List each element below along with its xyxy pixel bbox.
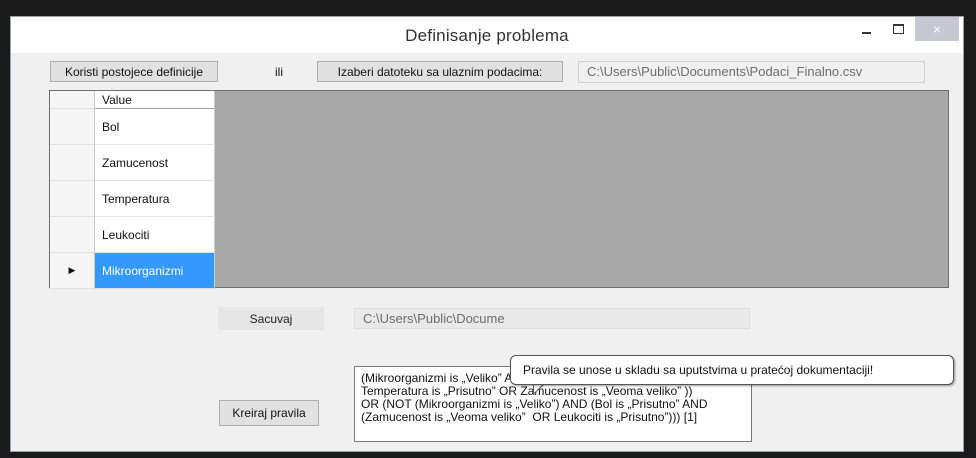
row-header[interactable] <box>50 181 95 217</box>
grid-corner-header[interactable] <box>50 91 95 109</box>
grid-row-selected[interactable]: ▶ Mikroorganizmi <box>50 253 215 289</box>
save-path-field[interactable]: C:\Users\Public\Docume <box>354 308 750 329</box>
row-header[interactable] <box>50 217 95 253</box>
column-header-value[interactable]: Value <box>95 91 215 109</box>
current-row-arrow-icon: ▶ <box>68 265 76 275</box>
minimize-button[interactable] <box>853 17 879 41</box>
grid-row[interactable]: Zamucenost <box>50 145 215 181</box>
grid-row[interactable]: Leukociti <box>50 217 215 253</box>
close-icon: × <box>932 21 942 37</box>
grid-cell-value[interactable]: Bol <box>95 109 215 145</box>
minimize-icon <box>861 32 871 34</box>
title-bar[interactable]: Definisanje problema × <box>11 17 963 53</box>
maximize-button[interactable] <box>885 17 911 41</box>
client-area: Koristi postojece definicije ili Izaberi… <box>11 53 963 451</box>
choose-input-file-button[interactable]: Izaberi datoteku sa ulaznim podacima: <box>317 61 563 82</box>
definitions-grid[interactable]: Value Bol Zamucenost Temperatura Leukoci… <box>49 90 949 289</box>
or-label: ili <box>275 65 283 79</box>
grid-cell-value-selected[interactable]: Mikroorganizmi <box>95 253 215 289</box>
grid-cell-value[interactable]: Zamucenost <box>95 145 215 181</box>
grid-row[interactable]: Temperatura <box>50 181 215 217</box>
row-header-current[interactable]: ▶ <box>50 253 95 289</box>
row-header[interactable] <box>50 109 95 145</box>
grid-table: Value Bol Zamucenost Temperatura Leukoci… <box>50 91 215 289</box>
grid-header-row: Value <box>50 91 215 109</box>
save-button[interactable]: Sacuvaj <box>218 307 324 330</box>
close-button[interactable]: × <box>915 17 959 41</box>
grid-cell-value[interactable]: Temperatura <box>95 181 215 217</box>
use-existing-definitions-button[interactable]: Koristi postojece definicije <box>50 61 218 82</box>
grid-row[interactable]: Bol <box>50 109 215 145</box>
row-header[interactable] <box>50 145 95 181</box>
maximize-icon <box>892 24 904 34</box>
create-rules-button[interactable]: Kreiraj pravila <box>219 400 319 426</box>
rules-tooltip: Pravila se unose u skladu sa uputstvima … <box>510 355 954 385</box>
window-title: Definisanje problema <box>405 26 569 45</box>
grid-cell-value[interactable]: Leukociti <box>95 217 215 253</box>
dialog-window: Definisanje problema × Koristi postojece… <box>10 16 964 452</box>
input-file-path-field[interactable]: C:\Users\Public\Documents\Podaci_Finalno… <box>578 61 925 83</box>
